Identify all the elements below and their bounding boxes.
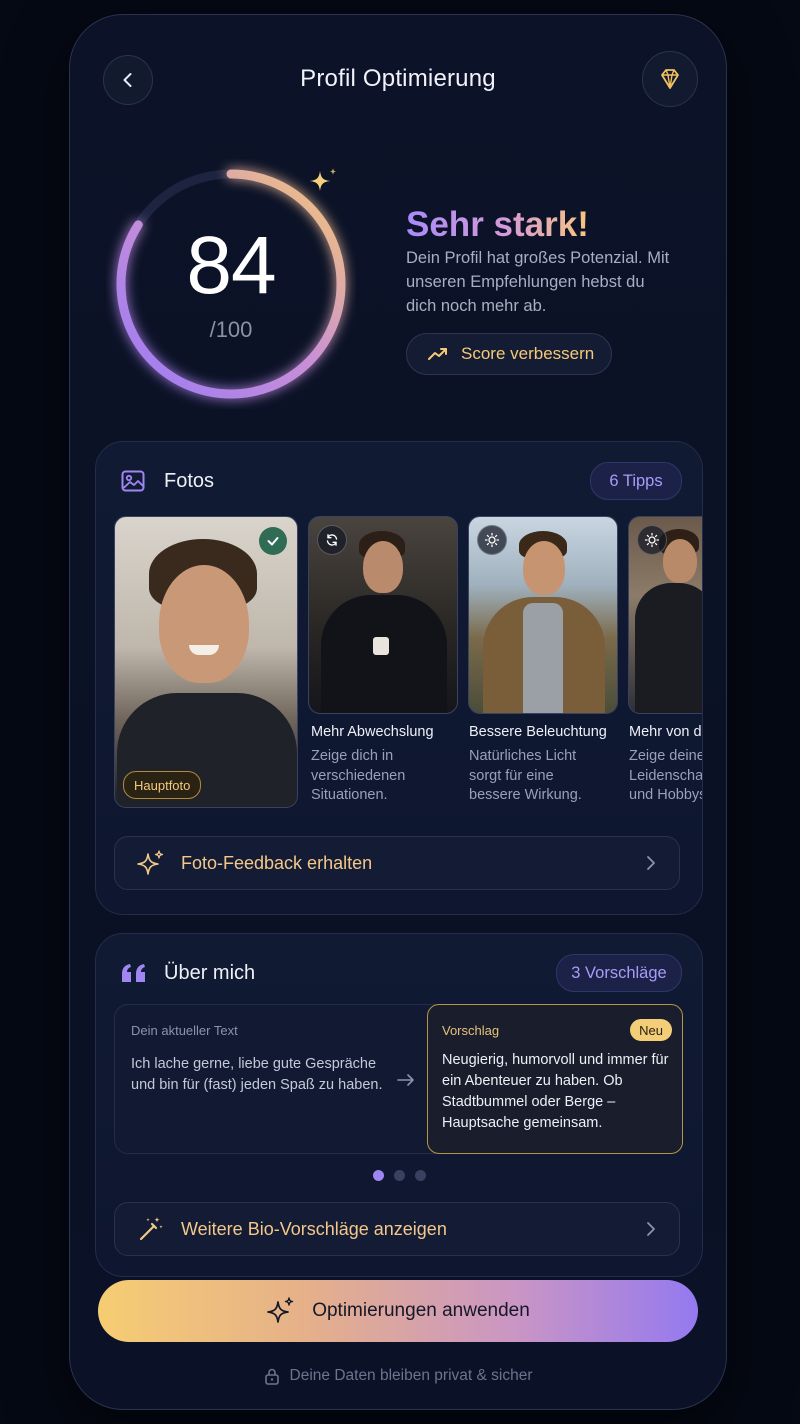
bio-suggestion-card[interactable]: Vorschlag Neu Neugierig, humorvoll und i… — [427, 1004, 683, 1154]
image-icon — [121, 470, 145, 492]
check-icon — [259, 527, 287, 555]
lock-icon — [264, 1368, 279, 1385]
bio-current-card: Dein aktueller Text Ich lache gerne, lie… — [114, 1004, 444, 1154]
arrow-right-icon — [397, 1074, 414, 1086]
person-face — [663, 539, 697, 583]
premium-button[interactable] — [642, 51, 698, 107]
privacy-note: Deine Daten bleiben privat & sicher — [70, 1367, 726, 1385]
bio-current-text: Ich lache gerne, liebe gute Gespräche un… — [131, 1056, 383, 1093]
pagination-dot[interactable] — [393, 1170, 405, 1181]
sparkles-icon — [267, 1297, 294, 1323]
chevron-right-icon — [647, 856, 655, 870]
tip-photo-variety[interactable] — [308, 516, 458, 714]
sparkle-icon — [310, 168, 336, 191]
improve-score-label: Score verbessern — [461, 344, 595, 363]
apply-optimizations-button[interactable]: Optimierungen anwenden — [98, 1280, 698, 1342]
sparkles-icon — [137, 850, 164, 875]
main-photo-badge: Hauptfoto — [123, 771, 202, 799]
score-max: /100 — [209, 317, 253, 342]
score-verdict: Sehr stark! — [406, 205, 589, 244]
more-bio-suggestions-label: Weitere Bio-Vorschläge anzeigen — [181, 1218, 447, 1239]
pagination-dot-active[interactable] — [372, 1170, 384, 1181]
magic-wand-icon — [139, 1217, 163, 1241]
person-face — [363, 541, 403, 593]
sun-icon — [637, 525, 667, 555]
about-title: Über mich — [164, 962, 256, 984]
person-face — [159, 565, 249, 683]
photos-card: Fotos 6 Tipps Hauptfoto Mehr Abwechslung… — [95, 441, 703, 915]
page-title: Profil Optimierung — [300, 65, 496, 92]
new-badge: Neu — [630, 1019, 672, 1041]
chevron-right-icon — [647, 1222, 655, 1236]
photo-feedback-button[interactable]: Foto-Feedback erhalten — [114, 836, 680, 890]
pagination-dot[interactable] — [414, 1170, 426, 1181]
tip-description: Natürliches Licht sorgt für eine bessere… — [469, 748, 582, 803]
improve-score-button[interactable]: Score verbessern — [406, 333, 612, 375]
quote-icon — [122, 964, 145, 982]
score-value: 84 — [186, 220, 276, 311]
bio-suggestion-text: Neugierig, humorvoll und immer für ein A… — [442, 1052, 669, 1131]
diamond-icon — [661, 69, 679, 89]
photo-feedback-label: Foto-Feedback erhalten — [181, 852, 373, 873]
tip-title: Bessere Beleuchtung — [469, 724, 607, 740]
coffee-mug — [373, 637, 389, 655]
tip-title: Mehr von dir — [629, 724, 703, 740]
more-bio-suggestions-button[interactable]: Weitere Bio-Vorschläge anzeigen — [114, 1202, 680, 1256]
sun-icon — [477, 525, 507, 555]
tip-photo-lighting[interactable] — [468, 516, 618, 714]
main-photo[interactable]: Hauptfoto — [114, 516, 298, 808]
person-face — [523, 541, 565, 595]
refresh-icon — [317, 525, 347, 555]
tip-photo-hobbies[interactable] — [628, 516, 702, 714]
tip-title: Mehr Abwechslung — [311, 724, 434, 740]
bio-current-label: Dein aktueller Text — [131, 1023, 238, 1038]
person-shirt — [523, 603, 563, 713]
photos-tips-badge[interactable]: 6 Tipps — [590, 462, 682, 500]
photos-title: Fotos — [164, 470, 215, 492]
phone-frame: Profil Optimierung 84 /100 Sehr stark! D… — [69, 14, 727, 1410]
trending-up-icon — [428, 348, 447, 360]
apply-optimizations-label: Optimierungen anwenden — [312, 1300, 530, 1321]
tip-description: Zeige deine Leidenschaft und Hobbys. — [629, 747, 703, 806]
about-card: Über mich 3 Vorschläge Dein aktueller Te… — [95, 933, 703, 1277]
score-description: Dein Profil hat großes Potenzial. Mit un… — [406, 249, 670, 315]
tip-description-text: Zeige deine Leidenschaft und Hobbys. — [629, 748, 703, 803]
about-suggestions-badge[interactable]: 3 Vorschläge — [556, 954, 682, 992]
person-body — [635, 583, 702, 713]
pagination-dots — [96, 1170, 702, 1181]
privacy-text: Deine Daten bleiben privat & sicher — [289, 1367, 533, 1384]
tip-description: Zeige dich in verschiedenen Situationen. — [311, 748, 406, 803]
